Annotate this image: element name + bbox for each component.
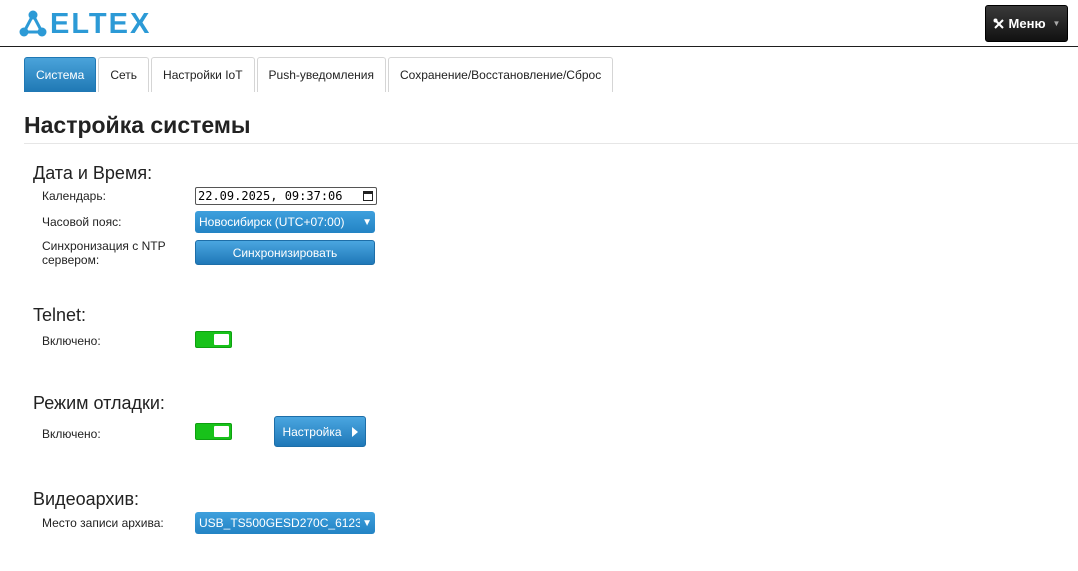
- tab-bar: Система Сеть Настройки IoT Push-уведомле…: [24, 57, 614, 92]
- ntp-sync-label-line1: Синхронизация с NTP: [42, 239, 166, 253]
- chevron-down-icon: ▼: [362, 517, 372, 529]
- logo-text: ELTEX: [50, 8, 152, 40]
- caret-down-icon: ▼: [1052, 19, 1061, 28]
- debug-settings-button[interactable]: Настройка: [274, 416, 366, 447]
- debug-toggle[interactable]: [195, 423, 232, 440]
- tab-push-notifications[interactable]: Push-уведомления: [256, 57, 386, 92]
- tools-icon: [993, 18, 1004, 29]
- timezone-label: Часовой пояс:: [42, 215, 122, 229]
- timezone-select[interactable]: Новосибирск (UTC+07:00) ▼: [195, 211, 375, 233]
- tab-network[interactable]: Сеть: [98, 57, 150, 92]
- menu-button[interactable]: Меню ▼: [985, 5, 1068, 42]
- calendar-label: Календарь:: [42, 189, 106, 203]
- ntp-sync-label-line2: сервером:: [42, 253, 100, 267]
- telnet-enabled-label: Включено:: [42, 334, 101, 348]
- chevron-down-icon: ▼: [362, 216, 372, 228]
- tab-iot-settings[interactable]: Настройки IoT: [151, 57, 255, 92]
- title-divider: [24, 143, 1078, 144]
- section-title-debug-mode: Режим отладки:: [33, 393, 165, 413]
- section-title-telnet: Telnet:: [33, 305, 87, 325]
- section-title-video-archive: Видеоархив:: [33, 489, 140, 509]
- telnet-toggle[interactable]: [195, 331, 232, 348]
- archive-location-value: USB_TS500GESD270C_6123: [199, 516, 361, 530]
- debug-settings-label: Настройка: [282, 424, 342, 439]
- timezone-value: Новосибирск (UTC+07:00): [199, 215, 345, 229]
- eltex-logo[interactable]: ELTEX: [18, 8, 151, 40]
- section-title-datetime: Дата и Время:: [33, 163, 153, 183]
- play-icon: [351, 426, 358, 437]
- sync-ntp-button[interactable]: Синхронизировать: [195, 240, 375, 265]
- tab-backup-restore-reset[interactable]: Сохранение/Восстановление/Сброс: [387, 57, 614, 92]
- network-nodes-icon: [19, 10, 47, 37]
- archive-location-select[interactable]: USB_TS500GESD270C_6123 ▼: [195, 512, 375, 534]
- toggle-knob: [214, 426, 229, 437]
- tab-system[interactable]: Система: [24, 57, 97, 92]
- menu-label: Меню: [1008, 16, 1046, 31]
- archive-location-label: Место записи архива:: [42, 516, 164, 530]
- calendar-input[interactable]: 22.09.2025, 09:37:06: [195, 187, 377, 205]
- debug-enabled-label: Включено:: [42, 427, 101, 441]
- page-title: Настройка системы: [24, 112, 251, 138]
- calendar-icon[interactable]: [363, 191, 373, 201]
- toggle-knob: [214, 334, 229, 345]
- top-header: ELTEX Меню ▼: [0, 0, 1078, 47]
- calendar-value: 22.09.2025, 09:37:06: [198, 189, 343, 203]
